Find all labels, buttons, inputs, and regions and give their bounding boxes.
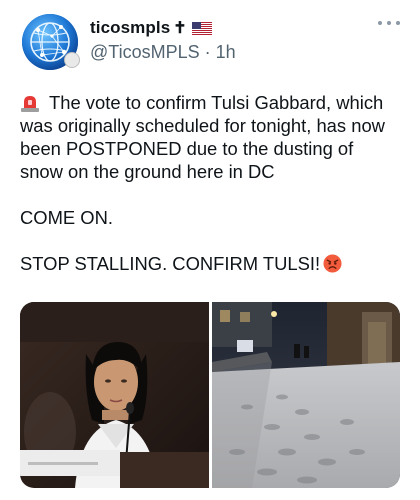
tweet-line-4: snow on the ground here in DC (20, 161, 275, 182)
timestamp[interactable]: 1h (216, 42, 236, 62)
photo-snowy-sidewalk[interactable] (211, 302, 400, 488)
cross-icon: ✝ (173, 20, 187, 37)
snow-sidewalk-image (211, 302, 400, 488)
hearing-photo-image (20, 302, 209, 488)
photo-hearing[interactable] (20, 302, 209, 488)
tweet-line-1: The vote to confirm Tulsi Gabbard, which (49, 92, 384, 113)
tweet-paragraph-3: STOP STALLING. CONFIRM TULSI! (20, 252, 405, 275)
tweet-line-final: STOP STALLING. CONFIRM TULSI! (20, 253, 321, 274)
tweet-card: ticosmpls ✝ @TicosMPLS · 1h The vote to … (0, 0, 420, 500)
tweet-line-3: been POSTPONED due to the dusting of (20, 138, 354, 159)
handle-row: @TicosMPLS · 1h (90, 42, 236, 63)
tweet-paragraph-1: The vote to confirm Tulsi Gabbard, which… (20, 91, 405, 183)
tweet-paragraph-2: COME ON. (20, 207, 113, 228)
display-name[interactable]: ticosmpls (90, 18, 170, 38)
tweet-text: The vote to confirm Tulsi Gabbard, which… (20, 91, 405, 275)
siren-icon (21, 96, 39, 112)
more-options-icon[interactable] (378, 16, 400, 30)
us-flag-icon (191, 21, 212, 35)
media-grid (20, 302, 400, 488)
separator: · (204, 42, 211, 62)
angry-face-icon (323, 254, 342, 273)
author-name-row[interactable]: ticosmpls ✝ (90, 18, 212, 38)
tweet-line-2: was originally scheduled for tonight, ha… (20, 115, 385, 136)
handle[interactable]: @TicosMPLS (90, 42, 200, 62)
seal-badge-icon (64, 52, 80, 68)
